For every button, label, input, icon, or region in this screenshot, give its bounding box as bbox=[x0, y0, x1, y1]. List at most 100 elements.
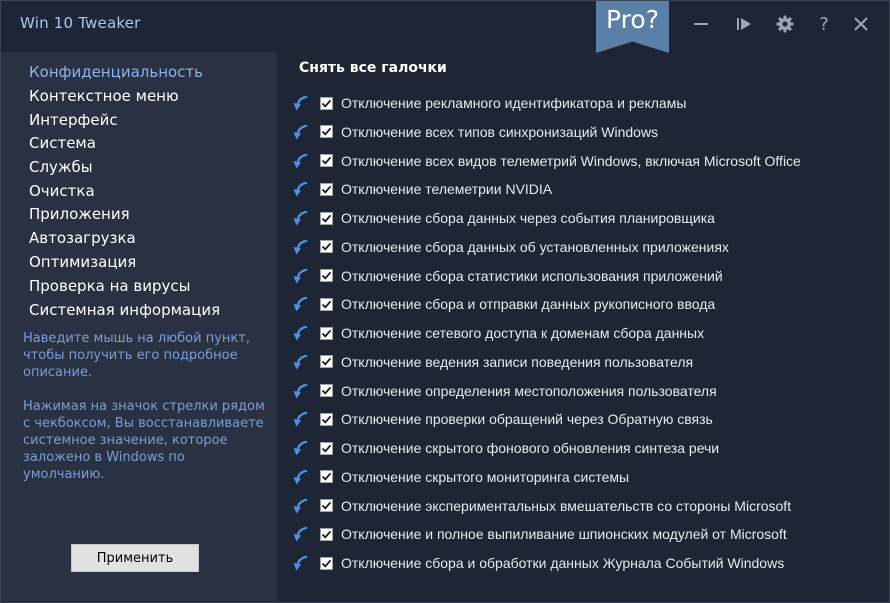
restore-default-icon[interactable] bbox=[292, 439, 310, 457]
restore-default-icon[interactable] bbox=[292, 324, 310, 342]
option-checkbox[interactable] bbox=[320, 384, 333, 397]
restore-default-icon[interactable] bbox=[292, 238, 310, 256]
sidebar-item-cleanup[interactable]: Очистка bbox=[29, 182, 95, 200]
option-row[interactable]: Отключение скрытого фонового обновления … bbox=[292, 437, 882, 459]
option-checkbox[interactable] bbox=[320, 240, 333, 254]
option-checkbox[interactable] bbox=[320, 355, 333, 369]
restore-default-icon[interactable] bbox=[292, 525, 310, 543]
option-checkbox[interactable] bbox=[320, 470, 333, 484]
option-checkbox[interactable] bbox=[320, 441, 333, 455]
app-window: Win 10 Tweaker Pro? ? Конфиденциальность… bbox=[0, 0, 890, 603]
option-label: Отключение сбора данных через события пл… bbox=[341, 210, 715, 226]
option-checkbox[interactable] bbox=[320, 125, 333, 139]
sidebar-item-optimization[interactable]: Оптимизация bbox=[29, 253, 136, 271]
pro-label: Pro? bbox=[606, 5, 659, 34]
option-label: Отключение скрытого мониторинга системы bbox=[341, 468, 630, 485]
option-label: Отключение скрытого фонового обновления … bbox=[341, 440, 720, 456]
sidebar-item-privacy[interactable]: Конфиденциальность bbox=[29, 63, 203, 81]
option-label: Отключение рекламного идентификатора и р… bbox=[341, 95, 687, 111]
option-checkbox[interactable] bbox=[320, 269, 333, 282]
restore-default-icon[interactable] bbox=[292, 267, 310, 285]
option-row[interactable]: Отключение экспериментальных вмешательст… bbox=[292, 495, 882, 517]
option-label: Отключение сбора данных об установленных… bbox=[341, 238, 729, 255]
option-label: Отключение ведения записи поведения поль… bbox=[341, 353, 694, 370]
help-button[interactable]: ? bbox=[812, 12, 836, 36]
close-button[interactable] bbox=[849, 12, 873, 36]
sidebar-item-system-info[interactable]: Системная информация bbox=[29, 301, 220, 319]
question-icon: ? bbox=[819, 13, 829, 35]
option-label: Отключение сбора и отправки данных рукоп… bbox=[341, 296, 716, 313]
sidebar: Конфиденциальность Контекстное меню Инте… bbox=[1, 52, 277, 601]
option-row[interactable]: Отключение сбора и обработки данных Журн… bbox=[292, 552, 882, 574]
option-row[interactable]: Отключение всех видов телеметрий Windows… bbox=[292, 150, 882, 172]
restore-default-icon[interactable] bbox=[292, 410, 310, 428]
option-row[interactable]: Отключение всех типов синхронизаций Wind… bbox=[292, 121, 882, 143]
sidebar-item-services[interactable]: Службы bbox=[29, 158, 93, 176]
restore-default-icon[interactable] bbox=[292, 94, 310, 112]
option-checkbox[interactable] bbox=[320, 297, 333, 311]
option-row[interactable]: Отключение телеметрии NVIDIA bbox=[292, 178, 882, 200]
restore-default-icon[interactable] bbox=[292, 382, 310, 400]
option-label: Отключение и полное выпиливание шпионски… bbox=[341, 526, 787, 543]
restore-default-icon[interactable] bbox=[292, 180, 310, 198]
options-panel: Снять все галочки Отключение рекламного … bbox=[278, 52, 889, 601]
hover-hint: Наведите мышь на любой пункт, чтобы полу… bbox=[23, 331, 250, 380]
option-row[interactable]: Отключение сбора статистики использовани… bbox=[292, 265, 882, 287]
option-checkbox[interactable] bbox=[320, 96, 333, 110]
minimize-icon bbox=[694, 23, 708, 25]
restore-default-icon[interactable] bbox=[292, 497, 310, 515]
minimize-button[interactable] bbox=[689, 12, 713, 36]
option-checkbox[interactable] bbox=[320, 499, 333, 512]
option-label: Отключение экспериментальных вмешательст… bbox=[341, 497, 792, 514]
option-label: Отключение всех видов телеметрий Windows… bbox=[341, 152, 801, 169]
apply-button[interactable]: Применить bbox=[71, 544, 199, 572]
option-row[interactable]: Отключение рекламного идентификатора и р… bbox=[292, 92, 882, 114]
option-checkbox[interactable] bbox=[320, 326, 333, 340]
option-row[interactable]: Отключение сбора и отправки данных рукоп… bbox=[292, 293, 882, 315]
restore-default-icon[interactable] bbox=[292, 468, 310, 486]
option-checkbox[interactable] bbox=[320, 556, 333, 570]
option-label: Отключение определения местоположения по… bbox=[341, 382, 717, 399]
option-row[interactable]: Отключение сбора данных через события пл… bbox=[292, 207, 882, 229]
gear-icon bbox=[776, 15, 794, 33]
close-icon bbox=[854, 17, 868, 31]
sidebar-item-virus-scan[interactable]: Проверка на вирусы bbox=[29, 277, 190, 295]
restore-default-icon[interactable] bbox=[292, 295, 310, 313]
option-checkbox[interactable] bbox=[320, 412, 333, 426]
sidebar-item-startup[interactable]: Автозагрузка bbox=[29, 229, 136, 247]
title-bar[interactable]: Win 10 Tweaker Pro? ? bbox=[1, 1, 889, 53]
option-row[interactable]: Отключение определения местоположения по… bbox=[292, 380, 882, 402]
option-row[interactable]: Отключение скрытого мониторинга системы bbox=[292, 466, 882, 488]
option-row[interactable]: Отключение проверки обращений через Обра… bbox=[292, 408, 882, 430]
option-label: Отключение сбора и обработки данных Журн… bbox=[341, 555, 785, 571]
option-checkbox[interactable] bbox=[320, 211, 333, 225]
sidebar-item-interface[interactable]: Интерфейс bbox=[29, 111, 118, 129]
settings-button[interactable] bbox=[773, 12, 797, 36]
uncheck-all-link[interactable]: Снять все галочки bbox=[299, 60, 447, 76]
restore-default-icon[interactable] bbox=[292, 152, 310, 170]
option-label: Отключение телеметрии NVIDIA bbox=[341, 181, 553, 198]
restore-default-icon[interactable] bbox=[292, 209, 310, 227]
next-button[interactable] bbox=[732, 12, 756, 36]
app-title: Win 10 Tweaker bbox=[20, 14, 141, 32]
option-checkbox[interactable] bbox=[320, 182, 333, 196]
pro-ribbon[interactable]: Pro? bbox=[596, 1, 669, 53]
option-row[interactable]: Отключение и полное выпиливание шпионски… bbox=[292, 523, 882, 545]
sidebar-item-apps[interactable]: Приложения bbox=[29, 205, 130, 223]
option-checkbox[interactable] bbox=[320, 154, 333, 167]
restore-hint: Нажимая на значок стрелки рядом с чекбок… bbox=[23, 399, 265, 482]
restore-default-icon[interactable] bbox=[292, 123, 310, 141]
option-row[interactable]: Отключение сетевого доступа к доменам сб… bbox=[292, 322, 882, 344]
sidebar-item-system[interactable]: Система bbox=[29, 134, 96, 152]
option-label: Отключение сбора статистики использовани… bbox=[341, 267, 723, 284]
option-label: Отключение сетевого доступа к доменам сб… bbox=[341, 325, 705, 341]
play-next-icon bbox=[737, 18, 751, 30]
restore-default-icon[interactable] bbox=[292, 554, 310, 572]
restore-default-icon[interactable] bbox=[292, 353, 310, 371]
option-row[interactable]: Отключение сбора данных об установленных… bbox=[292, 236, 882, 258]
option-checkbox[interactable] bbox=[320, 527, 333, 541]
sidebar-item-context-menu[interactable]: Контекстное меню bbox=[29, 87, 179, 105]
option-label: Отключение проверки обращений через Обра… bbox=[341, 411, 713, 428]
option-label: Отключение всех типов синхронизаций Wind… bbox=[341, 123, 659, 140]
option-row[interactable]: Отключение ведения записи поведения поль… bbox=[292, 351, 882, 373]
